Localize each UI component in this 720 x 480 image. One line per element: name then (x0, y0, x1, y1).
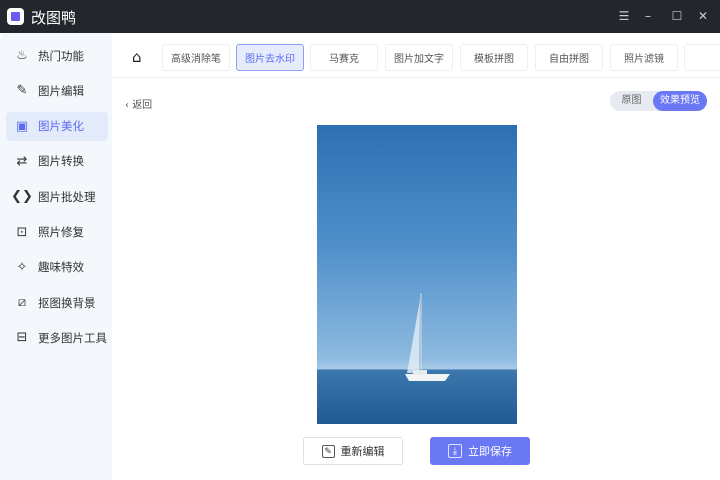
sidebar-item[interactable]: ❮❯ 图片批处理 (6, 182, 108, 211)
sidebar-item[interactable]: ⧄ 抠图换背景 (6, 288, 108, 317)
minimize-button[interactable]: – (640, 9, 656, 23)
app-logo-icon (7, 8, 24, 25)
toggle-original[interactable]: 原图 (610, 91, 653, 111)
sidebar: ♨ 热门功能 ✎ 图片编辑 ▣ 图片美化 ⇄ 图片转换 ❮❯ 图片批处理 ⊡ 照片修复 ✧ 趣味特效 ⧄ 抠图… (0, 33, 112, 480)
close-button[interactable]: ✕ (695, 9, 711, 23)
save-label: 立即保存 (468, 445, 512, 458)
sidebar-item[interactable]: ⊟ 更多图片工具 (6, 323, 108, 352)
sidebar-item[interactable]: ✎ 图片编辑 (6, 76, 108, 105)
preview-image (317, 125, 517, 424)
tab[interactable]: 高级消除笔 (162, 44, 230, 71)
sidebar-item[interactable]: ✧ 趣味特效 (6, 253, 108, 282)
tab[interactable]: 照片滤镜 (610, 44, 678, 71)
tab[interactable]: 模板拼图 (460, 44, 528, 71)
tab[interactable]: 马赛克 (310, 44, 378, 71)
sidebar-item-label: 图片转换 (38, 154, 84, 169)
sidebar-item-label: 图片编辑 (38, 83, 84, 98)
sidebar-item-label: 趣味特效 (38, 260, 84, 275)
sidebar-item[interactable]: ▣ 图片美化 (6, 111, 108, 141)
cutout-icon: ⧄ (17, 295, 27, 311)
image-beautify-icon: ▣ (15, 118, 29, 134)
photo-repair-icon: ⊡ (16, 224, 28, 240)
re-edit-label: 重新编辑 (340, 445, 385, 458)
menu-icon[interactable]: ☰ (616, 9, 632, 23)
sidebar-item-label: 图片美化 (38, 119, 84, 134)
magic-wand-icon: ✧ (16, 259, 28, 275)
maximize-button[interactable]: ☐ (669, 9, 685, 23)
sidebar-item-label: 照片修复 (38, 225, 84, 239)
tab-overflow[interactable] (684, 44, 720, 71)
sidebar-item-label: 更多图片工具 (38, 330, 107, 345)
sidebar-item[interactable]: ⇄ 图片转换 (6, 147, 108, 176)
image-edit-icon: ✎ (16, 83, 28, 99)
sidebar-item-label: 图片批处理 (38, 189, 96, 204)
convert-icon: ⇄ (16, 153, 28, 169)
tab[interactable]: 图片加文字 (385, 44, 453, 71)
download-icon: ⤓ (448, 444, 462, 458)
toggle-preview[interactable]: 效果预览 (653, 91, 707, 111)
sailboat-icon (405, 293, 450, 381)
back-label: 返回 (132, 100, 153, 111)
sidebar-item[interactable]: ⊡ 照片修复 (6, 218, 108, 247)
edit-icon: ✎ (321, 444, 335, 458)
tab[interactable]: 图片去水印 (236, 44, 304, 71)
toolbox-icon: ⊟ (16, 330, 28, 346)
tab[interactable]: 自由拼图 (535, 44, 603, 71)
save-button[interactable]: ⤓ 立即保存 (430, 437, 530, 465)
flame-icon: ♨ (16, 48, 28, 63)
re-edit-button[interactable]: ✎ 重新编辑 (303, 437, 403, 465)
batch-icon: ❮❯ (11, 189, 33, 205)
sidebar-item[interactable]: ♨ 热门功能 (6, 41, 108, 70)
tool-tabs: ⌂ 高级消除笔 图片去水印 马赛克 图片加文字 模板拼图 自由拼图 照片滤镜 (112, 33, 720, 78)
view-toggle: 原图 效果预览 (610, 91, 707, 111)
app-title: 改图鸭 (31, 9, 77, 27)
title-bar: 改图鸭 ☰ – ☐ ✕ (0, 0, 720, 33)
home-icon[interactable]: ⌂ (132, 48, 142, 66)
sidebar-item-label: 热门功能 (38, 48, 84, 63)
sidebar-item-label: 抠图换背景 (38, 295, 96, 310)
back-button[interactable]: ‹ 返回 (125, 96, 152, 111)
